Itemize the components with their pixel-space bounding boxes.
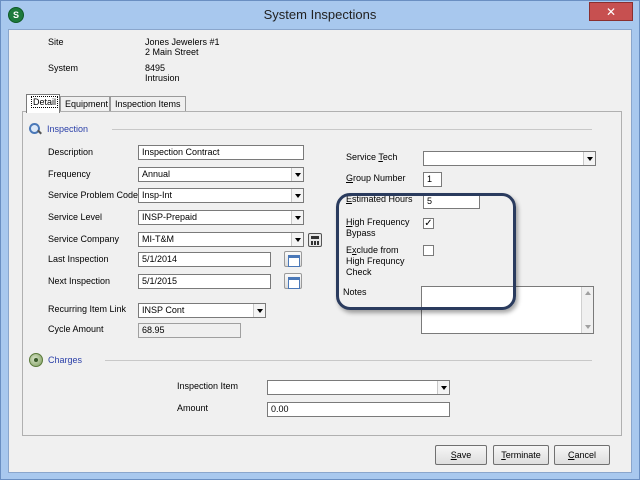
system-label: System (48, 63, 79, 73)
next-inspection-label: Next Inspection (48, 276, 111, 286)
chevron-down-icon (291, 233, 303, 246)
service-level-select[interactable]: INSP-Prepaid (138, 210, 304, 225)
service-problem-code-select[interactable]: Insp-Int (138, 188, 304, 203)
description-label: Description (48, 147, 94, 157)
frequency-select[interactable]: Annual (138, 167, 304, 182)
service-problem-code-label: Service Problem Code (48, 190, 139, 200)
site-address: 2 Main Street (145, 47, 199, 57)
tab-equipment[interactable]: Equipment (60, 96, 110, 112)
service-company-select[interactable]: MI-T&M (138, 232, 304, 247)
service-tech-select[interactable] (423, 151, 596, 166)
service-company-label: Service Company (48, 234, 120, 244)
cancel-button[interactable]: Cancel (554, 445, 610, 465)
chevron-down-icon (437, 381, 449, 394)
inspection-item-label: Inspection Item (177, 381, 239, 391)
terminate-button[interactable]: Terminate (493, 445, 549, 465)
frequency-label: Frequency (48, 169, 91, 179)
site-label: Site (48, 37, 64, 47)
chevron-down-icon (291, 168, 303, 181)
recurring-item-link-select[interactable]: INSP Cont (138, 303, 266, 318)
scroll-up-icon (585, 291, 591, 295)
close-icon: ✕ (605, 4, 617, 19)
save-button[interactable]: Save (435, 445, 487, 465)
title-bar[interactable]: S System Inspections ✕ (1, 1, 639, 29)
magnifier-icon (29, 123, 41, 135)
last-inspection-calendar-icon[interactable] (284, 251, 302, 267)
chevron-down-icon (291, 189, 303, 202)
amount-label: Amount (177, 403, 209, 413)
last-inspection-input[interactable]: 5/1/2014 (138, 252, 271, 267)
charges-icon (29, 353, 43, 367)
calculator-icon[interactable] (308, 233, 322, 247)
notes-scrollbar[interactable] (581, 287, 593, 333)
charges-divider (105, 360, 592, 361)
cycle-amount-label: Cycle Amount (48, 324, 104, 334)
amount-input[interactable]: 0.00 (267, 402, 450, 417)
system-inspections-window: S System Inspections ✕ Site Jones Jewele… (0, 0, 640, 480)
dialog-body: Site Jones Jewelers #1 2 Main Street Sys… (8, 29, 632, 473)
tab-inspection-items[interactable]: Inspection Items (110, 96, 186, 112)
close-button[interactable]: ✕ (589, 2, 633, 21)
next-inspection-calendar-icon[interactable] (284, 273, 302, 289)
chevron-down-icon (583, 152, 595, 165)
group-number-label: Group Number (346, 173, 406, 183)
service-tech-label: Service Tech (346, 152, 398, 162)
system-type: Intrusion (145, 73, 180, 83)
inspection-divider (112, 129, 592, 130)
group-number-input[interactable]: 1 (423, 172, 442, 187)
description-input[interactable]: Inspection Contract (138, 145, 304, 160)
tab-detail[interactable]: Detail (26, 94, 60, 113)
service-level-label: Service Level (48, 212, 103, 222)
window-title: System Inspections (263, 7, 377, 22)
inspection-item-select[interactable] (267, 380, 450, 395)
highlight-callout (336, 193, 516, 310)
last-inspection-label: Last Inspection (48, 254, 109, 264)
chevron-down-icon (253, 304, 265, 317)
charges-section-title: Charges (48, 355, 83, 365)
chevron-down-icon (291, 211, 303, 224)
next-inspection-input[interactable]: 5/1/2015 (138, 274, 271, 289)
scroll-down-icon (585, 325, 591, 329)
inspection-section-title: Inspection (47, 124, 89, 134)
recurring-item-link-label: Recurring Item Link (48, 304, 127, 314)
cycle-amount-field: 68.95 (138, 323, 241, 338)
